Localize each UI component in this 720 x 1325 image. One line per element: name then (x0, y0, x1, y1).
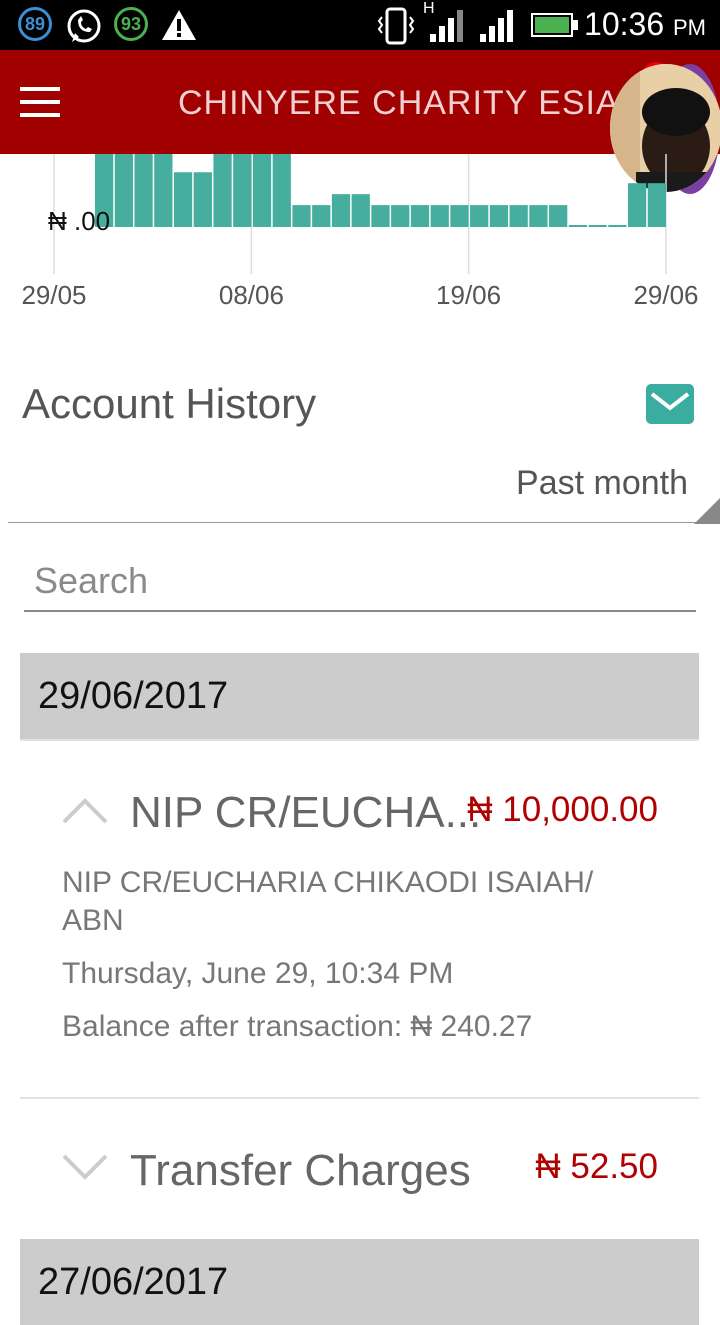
notification-badge-icon: 93 (114, 7, 148, 41)
chart-bar (489, 205, 509, 227)
chart-bar (371, 205, 390, 227)
status-bar: 89 93 H 10:36 PM (0, 0, 720, 50)
mail-icon (650, 392, 690, 411)
date-group-label: 27/06/2017 (38, 1261, 229, 1303)
transaction-description: NIP CR/EUCHARIA CHIKAODI ISAIAH/ ABN (62, 866, 594, 937)
account-name-title: CHINYERE CHARITY ESIAN (178, 84, 646, 122)
chart-bar (312, 205, 331, 227)
divider (20, 1097, 699, 1099)
chart-bar (193, 172, 212, 227)
range-selector[interactable]: Past month (516, 464, 688, 503)
signal-icon (480, 10, 513, 42)
chevron-up-icon[interactable] (62, 796, 108, 826)
chart-bar (430, 205, 449, 227)
warning-icon (162, 10, 196, 40)
vibrate-icon (377, 7, 415, 45)
search-input[interactable] (24, 552, 696, 612)
chart-x-tick-label: 08/06 (219, 280, 284, 310)
notification-badge-icon: 89 (18, 7, 52, 41)
transaction-balance: Balance after transaction: ₦ 240.27 (62, 1010, 533, 1043)
transaction-title[interactable]: NIP CR/EUCHA... (130, 788, 481, 838)
chart-bar (292, 205, 311, 227)
date-group-label: 29/06/2017 (38, 675, 229, 717)
chart-bar (608, 225, 627, 227)
chart-bar (213, 154, 232, 227)
chart-bar (134, 154, 153, 227)
transaction-timestamp: Thursday, June 29, 10:34 PM (62, 957, 454, 990)
chart-bar (114, 154, 133, 227)
date-group-header: 29/06/2017 (20, 653, 699, 739)
chart-bar (351, 194, 370, 227)
chart-bar (173, 172, 193, 227)
menu-icon[interactable] (20, 87, 60, 117)
divider (8, 522, 712, 523)
signal-icon (430, 10, 463, 42)
mail-button[interactable] (646, 384, 694, 424)
transaction-amount: ₦ 52.50 (535, 1147, 658, 1186)
chart-bar (391, 205, 410, 227)
divider (20, 739, 699, 741)
chart-bar (252, 154, 272, 227)
chart-bar (568, 225, 588, 227)
whatsapp-icon (67, 9, 101, 43)
battery-icon (531, 13, 578, 37)
chart-bar (470, 205, 489, 227)
clock: 10:36 PM (584, 6, 706, 42)
chart-x-tick-label: 19/06 (436, 280, 501, 310)
chart-bar (233, 154, 252, 227)
chart-bar (331, 194, 351, 227)
chart-bar (154, 154, 173, 227)
chart-bar (628, 183, 647, 227)
chart-bar (410, 205, 430, 227)
dropdown-corner-icon[interactable] (694, 498, 720, 524)
chart-bar (529, 205, 548, 227)
chart-bar (549, 205, 568, 227)
transaction-title[interactable]: Transfer Charges (130, 1146, 471, 1196)
chart-x-tick-label: 29/06 (633, 280, 698, 310)
chart-bar (588, 225, 607, 227)
chart-bar (647, 183, 666, 227)
chart-bar (272, 154, 291, 227)
transaction-amount: ₦ 10,000.00 (467, 790, 658, 829)
chart-y-tick-label: ₦ .00 (48, 206, 110, 236)
chart-bar (450, 205, 469, 227)
chart-x-tick-label: 29/05 (21, 280, 86, 310)
chevron-down-icon[interactable] (62, 1152, 108, 1182)
chart-bar (509, 205, 528, 227)
account-history-title: Account History (22, 380, 317, 427)
balance-chart: 29/05 08/06 19/06 29/06 ₦ .00 (21, 154, 699, 310)
date-group-header: 27/06/2017 (20, 1239, 699, 1325)
